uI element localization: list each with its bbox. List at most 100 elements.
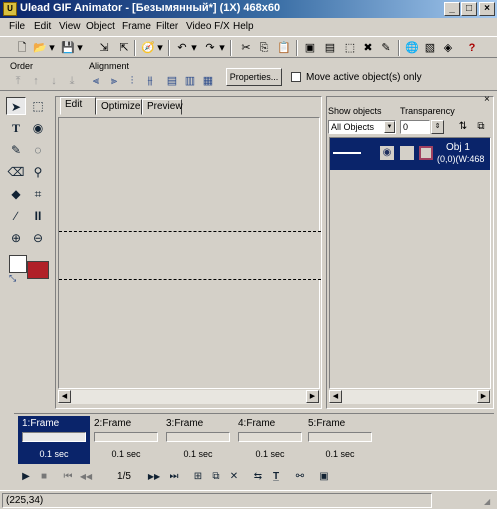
stop-icon[interactable]: ■ — [36, 469, 52, 485]
frame-item[interactable]: 5:Frame 0.1 sec — [304, 416, 376, 464]
background-color-swatch[interactable] — [9, 255, 27, 273]
first-frame-icon[interactable]: ⏮ — [60, 469, 76, 485]
export-icon[interactable]: ⇱ — [116, 40, 132, 56]
redo-dropdown-icon[interactable]: ▾ — [218, 40, 226, 56]
swap-colors-icon[interactable]: ⤡ — [9, 273, 16, 284]
scroll-left-button[interactable]: ◀ — [329, 390, 342, 403]
frame-wizard-icon[interactable]: ⚯ — [292, 469, 308, 485]
scroll-right-button[interactable]: ▶ — [477, 390, 490, 403]
object-row[interactable]: ◉ Obj 1 (0,0)(W:468 — [330, 138, 490, 170]
magic-wand-icon[interactable]: ⚲ — [28, 163, 48, 181]
open-dropdown-icon[interactable]: ▾ — [48, 40, 56, 56]
menu-filter[interactable]: Filter — [156, 21, 178, 32]
object-horizontal-scrollbar[interactable]: ◀ ▶ — [329, 390, 491, 404]
bring-to-front-icon[interactable]: ⤒ — [10, 73, 26, 89]
move-active-checkbox[interactable] — [291, 72, 301, 82]
edit-icon[interactable]: ✎ — [378, 40, 394, 56]
browser-preview-icon[interactable]: 🌐 — [404, 40, 420, 56]
zoom-out-icon[interactable]: ⊖ — [28, 229, 48, 247]
frame-item[interactable]: 2:Frame 0.1 sec — [90, 416, 162, 464]
frame-delay[interactable]: 0.1 sec — [234, 449, 306, 459]
open-icon[interactable]: 📂 — [32, 40, 48, 56]
foreground-color-swatch[interactable] — [27, 261, 49, 279]
animation-wizard-icon[interactable]: ▧ — [422, 40, 438, 56]
marquee-tool-icon[interactable]: ⬚ — [28, 97, 48, 115]
menu-frame[interactable]: Frame — [122, 21, 151, 32]
bring-forward-icon[interactable]: ↑ — [28, 73, 44, 89]
undo-dropdown-icon[interactable]: ▾ — [190, 40, 198, 56]
zoom-in-icon[interactable]: ⊕ — [6, 229, 26, 247]
paintbrush-icon[interactable]: ✎ — [6, 141, 26, 159]
add-frame-icon[interactable]: ⊞ — [190, 469, 206, 485]
frame-properties-icon[interactable]: ▣ — [316, 469, 332, 485]
transparency-spinner[interactable]: ⇕ — [431, 120, 444, 134]
canvas-area[interactable] — [58, 117, 321, 389]
banner-text-icon[interactable]: T̲ — [268, 469, 284, 485]
frame-item[interactable]: 4:Frame 0.1 sec — [234, 416, 306, 464]
maximize-button[interactable]: □ — [461, 2, 477, 16]
redo-icon[interactable]: ↷ — [202, 40, 218, 56]
frame-delay[interactable]: 0.1 sec — [18, 449, 90, 459]
optimize-icon[interactable]: 🧭 — [140, 40, 156, 56]
lasso-icon[interactable]: ◌ — [28, 141, 48, 159]
frame-item[interactable]: 3:Frame 0.1 sec — [162, 416, 234, 464]
help-icon[interactable]: ? — [464, 40, 480, 56]
transparency-input[interactable]: 0 — [400, 120, 430, 134]
tab-edit[interactable]: Edit — [60, 97, 96, 115]
paste-icon[interactable]: 📋 — [276, 40, 292, 56]
pick-tool-icon[interactable]: ➤ — [6, 97, 26, 115]
align-center-v-icon[interactable]: ▥ — [182, 73, 198, 89]
paint-bucket-icon[interactable]: ◆ — [6, 185, 26, 203]
minimize-button[interactable]: _ — [444, 2, 460, 16]
menu-help[interactable]: Help — [233, 21, 254, 32]
save-dropdown-icon[interactable]: ▾ — [76, 40, 84, 56]
close-button[interactable]: × — [479, 2, 495, 16]
editor-horizontal-scrollbar[interactable]: ◀ ▶ — [58, 390, 320, 404]
delete-frame-icon[interactable]: ✕ — [226, 469, 242, 485]
delete-icon[interactable]: ✖ — [360, 40, 376, 56]
last-frame-icon[interactable]: ⏭ — [166, 469, 182, 485]
tab-optimize[interactable]: Optimize — [96, 99, 142, 115]
add-text-icon[interactable]: ⬚ — [342, 40, 358, 56]
import-icon[interactable]: ⇲ — [96, 40, 112, 56]
view-icon[interactable]: ◈ — [440, 40, 456, 56]
send-backward-icon[interactable]: ↓ — [46, 73, 62, 89]
tab-preview[interactable]: Preview — [142, 99, 183, 115]
menu-video-fx[interactable]: Video F/X — [186, 21, 230, 32]
save-icon[interactable]: 💾 — [60, 40, 76, 56]
gif-canvas[interactable] — [59, 231, 321, 280]
eye-icon[interactable]: ◉ — [380, 146, 394, 160]
menu-view[interactable]: View — [59, 21, 81, 32]
menu-edit[interactable]: Edit — [34, 21, 51, 32]
play-icon[interactable]: ▶ — [18, 469, 34, 485]
frame-item[interactable]: 1:Frame 0.1 sec — [18, 416, 90, 464]
chevron-down-icon[interactable]: ▼ — [384, 121, 395, 133]
pen-icon[interactable]: ∕ — [6, 207, 26, 225]
scroll-left-button[interactable]: ◀ — [58, 390, 71, 403]
crop-icon[interactable]: ⌗ — [28, 185, 48, 203]
send-to-back-icon[interactable]: ⤓ — [64, 73, 80, 89]
eye-dropper-icon[interactable]: ◉ — [28, 119, 48, 137]
previous-frame-icon[interactable]: ◀◀ — [78, 469, 94, 485]
scroll-right-button[interactable]: ▶ — [306, 390, 319, 403]
eraser-icon[interactable]: ⌫ — [6, 163, 26, 181]
tween-icon[interactable]: ⇆ — [250, 469, 266, 485]
align-right-icon[interactable]: ⫸ — [106, 73, 122, 89]
frame-delay[interactable]: 0.1 sec — [90, 449, 162, 459]
duplicate-frame-icon[interactable]: ▤ — [322, 40, 338, 56]
panel-close-icon[interactable]: × — [484, 94, 490, 105]
optimize-dropdown-icon[interactable]: ▾ — [156, 40, 164, 56]
menu-file[interactable]: File — [9, 21, 25, 32]
properties-button[interactable]: Properties... — [226, 68, 282, 86]
resize-grip-icon[interactable]: ◢ — [484, 497, 490, 506]
show-objects-select[interactable]: All Objects ▼ — [328, 120, 396, 134]
add-frame-icon[interactable]: ▣ — [302, 40, 318, 56]
add-object-icon[interactable]: ⇅ — [455, 119, 471, 135]
align-left-icon[interactable]: ⫷ — [88, 73, 104, 89]
duplicate-frame-icon[interactable]: ⧉ — [208, 469, 224, 485]
align-bottom-icon[interactable]: ⫵ — [142, 73, 158, 89]
align-top-icon[interactable]: ⫶ — [124, 73, 140, 89]
new-icon[interactable]: 🗋 — [14, 40, 30, 56]
frame-delay[interactable]: 0.1 sec — [162, 449, 234, 459]
frame-delay[interactable]: 0.1 sec — [304, 449, 376, 459]
